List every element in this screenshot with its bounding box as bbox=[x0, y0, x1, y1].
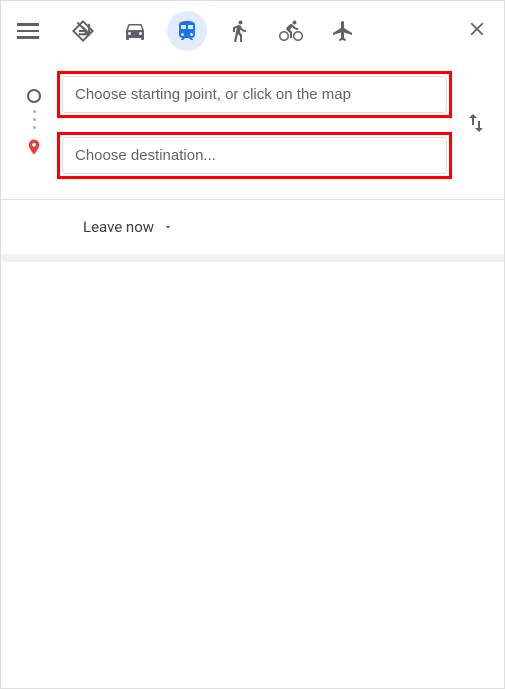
mode-cycling-icon[interactable] bbox=[271, 11, 311, 51]
depart-time-label: Leave now bbox=[83, 218, 154, 236]
start-input[interactable] bbox=[62, 76, 447, 113]
options-row: Leave now bbox=[1, 200, 504, 254]
swap-icon[interactable] bbox=[464, 111, 488, 139]
close-icon[interactable] bbox=[466, 18, 488, 44]
start-point-icon bbox=[27, 89, 41, 103]
depart-time-selector[interactable]: Leave now bbox=[83, 218, 174, 236]
start-input-highlight bbox=[57, 71, 452, 118]
section-divider bbox=[1, 254, 504, 262]
menu-icon[interactable] bbox=[17, 20, 39, 42]
mode-best-icon[interactable] bbox=[63, 11, 103, 51]
chevron-down-icon bbox=[162, 221, 174, 233]
destination-pin-icon bbox=[25, 136, 43, 162]
mode-walking-icon[interactable] bbox=[219, 11, 259, 51]
route-line-icon bbox=[33, 110, 36, 129]
destination-input[interactable] bbox=[62, 137, 447, 174]
mode-driving-icon[interactable] bbox=[115, 11, 155, 51]
location-indicators bbox=[25, 89, 43, 162]
destination-input-highlight bbox=[57, 132, 452, 179]
travel-mode-selector bbox=[63, 11, 363, 51]
mode-transit-icon[interactable] bbox=[167, 11, 207, 51]
route-inputs bbox=[1, 61, 504, 199]
header-bar bbox=[1, 1, 504, 61]
input-fields bbox=[57, 71, 452, 179]
mode-flights-icon[interactable] bbox=[323, 11, 363, 51]
